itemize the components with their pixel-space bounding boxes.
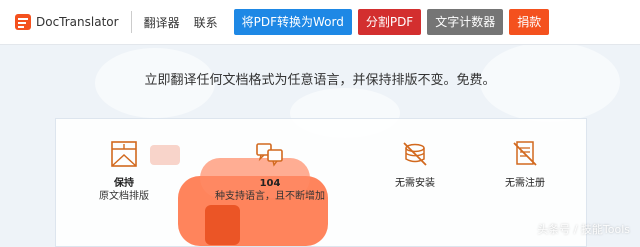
top-navigation-bar: DocTranslator 翻译器 联系 将PDF转换为Word 分割PDF 文… [0,0,640,45]
donate-button[interactable]: 捐款 [509,9,550,35]
feature-title: 104 [259,178,281,189]
feature-title: 无需注册 [505,178,545,189]
translate-chat-icon [205,140,335,171]
feature-subtitle: 种支持语言，且不断增加 [215,191,325,202]
no-register-icon [480,140,570,171]
watermark: 头条号 / 技能Tools [537,223,630,236]
logo[interactable]: DocTranslator [14,13,119,31]
tagline: 立即翻译任何文档格式为任意语言，并保持排版不变。免费。 [144,73,496,88]
document-layout-icon [78,140,170,171]
pdf-to-word-button[interactable]: 将PDF转换为Word [233,9,352,35]
feature-no-install: 无需安装 [370,140,460,190]
doctranslator-logo-icon [14,13,32,31]
feature-subtitle: 原文档排版 [99,191,149,202]
feature-no-register: 无需注册 [480,140,570,190]
no-install-icon [370,140,460,171]
nav-divider [130,11,132,33]
nav-link-translator[interactable]: 翻译器 [144,14,180,31]
feature-languages: 104 种支持语言，且不断增加 [205,140,335,203]
split-pdf-button[interactable]: 分割PDF [357,9,422,35]
feature-title: 无需安装 [395,178,435,189]
feature-keep-layout: 保持 原文档排版 [78,140,170,203]
word-counter-button[interactable]: 文字计数器 [427,9,504,35]
logo-text: DocTranslator [36,15,119,29]
feature-title: 保持 [114,178,134,189]
nav-link-contact[interactable]: 联系 [194,14,218,31]
decorative-blob [205,205,240,245]
